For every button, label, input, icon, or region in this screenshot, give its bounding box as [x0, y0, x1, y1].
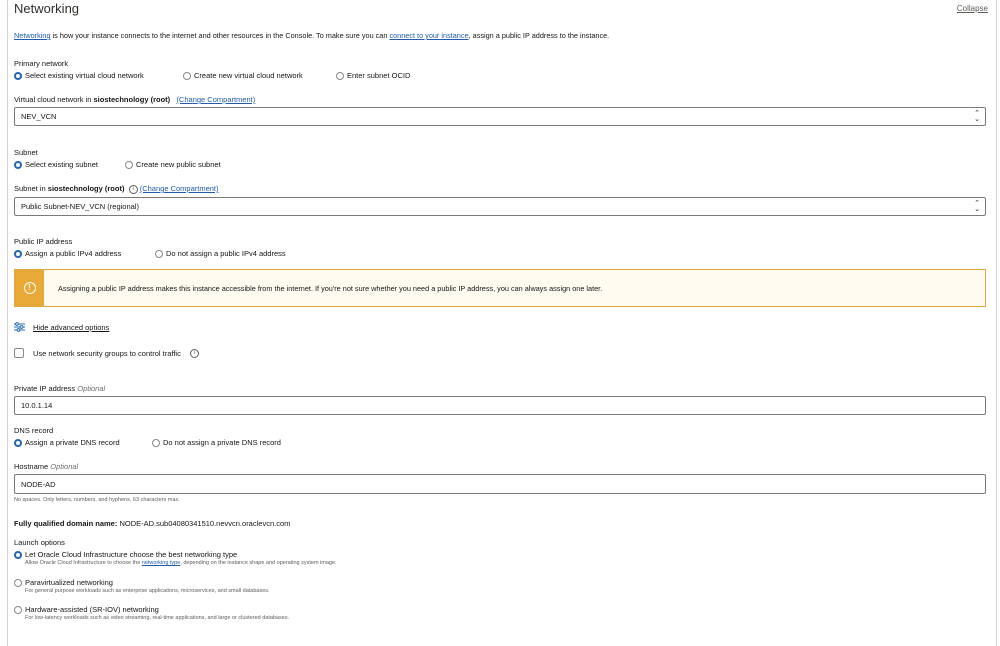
vcn-change-compartment-link[interactable]: (Change Compartment) [176, 95, 255, 104]
subnet-radio-group: Select existing subnet Create new public… [14, 160, 221, 169]
launch-options-label: Launch options [14, 538, 65, 547]
nsg-checkbox-label[interactable]: Use network security groups to control t… [33, 349, 181, 358]
intro-text-part2: , assign a public IP address to the inst… [468, 31, 610, 40]
subnet-select-label: Subnet in siostechnology (root) i (Chang… [14, 184, 219, 194]
launch-option-title: Hardware-assisted (SR-IOV) networking [25, 605, 159, 614]
radio-selected-icon[interactable] [14, 160, 22, 169]
launch-option-desc: For general purpose workloads such as en… [25, 588, 270, 594]
vcn-select-value: NEV_VCN [21, 112, 57, 121]
launch-option-desc-part1: Allow Oracle Cloud Infrastructure to cho… [25, 560, 142, 566]
optional-tag: Optional [50, 462, 79, 471]
radio-label: Select existing virtual cloud network [25, 71, 144, 80]
radio-unselected-icon[interactable] [14, 578, 22, 587]
connect-instance-link[interactable]: connect to your instance [389, 31, 468, 40]
radio-create-new-vcn[interactable]: Create new virtual cloud network [183, 71, 336, 80]
primary-network-radio-group: Select existing virtual cloud network Cr… [14, 71, 410, 80]
radio-enter-subnet-ocid[interactable]: Enter subnet OCID [336, 71, 410, 80]
private-ip-input[interactable]: 10.0.1.14 [14, 396, 986, 415]
networking-type-link[interactable]: networking type [142, 560, 181, 566]
nsg-checkbox[interactable] [14, 348, 24, 358]
radio-label: Do not assign a public IPv4 address [166, 249, 286, 258]
radio-label: Create new virtual cloud network [194, 71, 303, 80]
fqdn-label: Fully qualified domain name: [14, 519, 118, 528]
radio-label: Create new public subnet [136, 160, 221, 169]
radio-label: Assign a private DNS record [25, 438, 120, 447]
hide-advanced-options-link[interactable]: Hide advanced options [33, 323, 109, 332]
radio-unselected-icon[interactable] [183, 71, 191, 80]
warning-text: Assigning a public IP address makes this… [58, 284, 603, 293]
radio-unselected-icon[interactable] [152, 438, 160, 447]
launch-option-sriov[interactable]: Hardware-assisted (SR-IOV) networking Fo… [14, 605, 289, 621]
subnet-select[interactable]: Public Subnet-NEV_VCN (regional) ⌃ ⌄ [14, 197, 986, 216]
vcn-compartment-name: siostechnology (root) [93, 95, 171, 104]
radio-unselected-icon[interactable] [336, 71, 344, 80]
hostname-help-text: No spaces. Only letters, numbers, and hy… [14, 497, 180, 503]
fqdn-row: Fully qualified domain name: NODE-AD.sub… [14, 519, 290, 528]
fqdn-value: NODE-AD.sub04080341510.nevvcn.oraclevcn.… [117, 519, 291, 528]
info-icon[interactable]: i [128, 184, 138, 194]
subnet-label: Subnet [14, 148, 38, 157]
public-ip-warning: ! Assigning a public IP address makes th… [14, 269, 986, 307]
vcn-select[interactable]: NEV_VCN ⌃ ⌄ [14, 107, 986, 126]
hostname-label: Hostname Optional [14, 462, 78, 471]
subnet-change-compartment-link[interactable]: (Change Compartment) [140, 184, 219, 193]
radio-label: Enter subnet OCID [347, 71, 411, 80]
subnet-label-prefix: Subnet in [14, 184, 48, 193]
select-updown-icon: ⌃ ⌄ [974, 110, 980, 123]
radio-selected-icon[interactable] [14, 249, 22, 258]
hostname-label-text: Hostname [14, 462, 49, 471]
radio-label: Assign a public IPv4 address [25, 249, 122, 258]
launch-option-desc-part2: , depending on the instance shape and op… [180, 560, 337, 566]
section-title: Networking [14, 1, 80, 16]
radio-selected-icon[interactable] [14, 550, 22, 559]
radio-no-private-dns[interactable]: Do not assign a private DNS record [152, 438, 281, 447]
radio-assign-public-ipv4[interactable]: Assign a public IPv4 address [14, 249, 155, 258]
launch-option-paravirtualized[interactable]: Paravirtualized networking For general p… [14, 578, 270, 594]
launch-option-title: Let Oracle Cloud Infrastructure choose t… [25, 550, 238, 559]
warning-icon: ! [23, 282, 36, 294]
radio-create-new-public-subnet[interactable]: Create new public subnet [125, 160, 221, 169]
launch-option-desc: Allow Oracle Cloud Infrastructure to cho… [25, 560, 337, 566]
launch-option-oci-choose[interactable]: Let Oracle Cloud Infrastructure choose t… [14, 550, 337, 566]
subnet-select-value: Public Subnet-NEV_VCN (regional) [21, 202, 139, 211]
dns-record-label: DNS record [14, 426, 54, 435]
warning-strip: ! [15, 270, 44, 306]
radio-label: Do not assign a private DNS record [163, 438, 281, 447]
radio-select-existing-vcn[interactable]: Select existing virtual cloud network [14, 71, 183, 80]
networking-doc-link[interactable]: Networking [14, 31, 51, 40]
advanced-options-toggle[interactable]: Hide advanced options [14, 322, 109, 332]
radio-no-public-ipv4[interactable]: Do not assign a public IPv4 address [155, 249, 286, 258]
vcn-label-prefix: Virtual cloud network in [14, 95, 94, 104]
primary-network-label: Primary network [14, 59, 69, 68]
select-updown-icon: ⌃ ⌄ [974, 200, 980, 213]
launch-option-title: Paravirtualized networking [25, 578, 113, 587]
subnet-compartment-name: siostechnology (root) [47, 184, 125, 193]
private-ip-label: Private IP address Optional [14, 384, 105, 393]
sliders-icon [14, 322, 25, 332]
radio-selected-icon[interactable] [14, 438, 22, 447]
networking-panel: Networking Collapse Networking is how yo… [7, 0, 997, 646]
radio-select-existing-subnet[interactable]: Select existing subnet [14, 160, 125, 169]
vcn-select-label: Virtual cloud network in siostechnology … [14, 95, 255, 104]
intro-text-part1: is how your instance connects to the int… [50, 31, 390, 40]
collapse-link[interactable]: Collapse [957, 4, 988, 13]
hostname-input[interactable]: NODE-AD [14, 474, 986, 494]
launch-option-desc: For low-latency workloads such as video … [25, 615, 290, 621]
radio-assign-private-dns[interactable]: Assign a private DNS record [14, 438, 152, 447]
public-ip-radio-group: Assign a public IPv4 address Do not assi… [14, 249, 286, 258]
radio-label: Select existing subnet [25, 160, 98, 169]
nsg-checkbox-row: Use network security groups to control t… [14, 348, 199, 358]
optional-tag: Optional [77, 384, 106, 393]
radio-unselected-icon[interactable] [14, 605, 22, 614]
public-ip-label: Public IP address [14, 237, 73, 246]
dns-radio-group: Assign a private DNS record Do not assig… [14, 438, 281, 447]
radio-unselected-icon[interactable] [125, 160, 133, 169]
radio-selected-icon[interactable] [14, 71, 22, 80]
intro-text: Networking is how your instance connects… [14, 31, 609, 40]
private-ip-label-text: Private IP address [14, 384, 76, 393]
radio-unselected-icon[interactable] [155, 249, 163, 258]
info-icon[interactable]: i [189, 348, 199, 358]
